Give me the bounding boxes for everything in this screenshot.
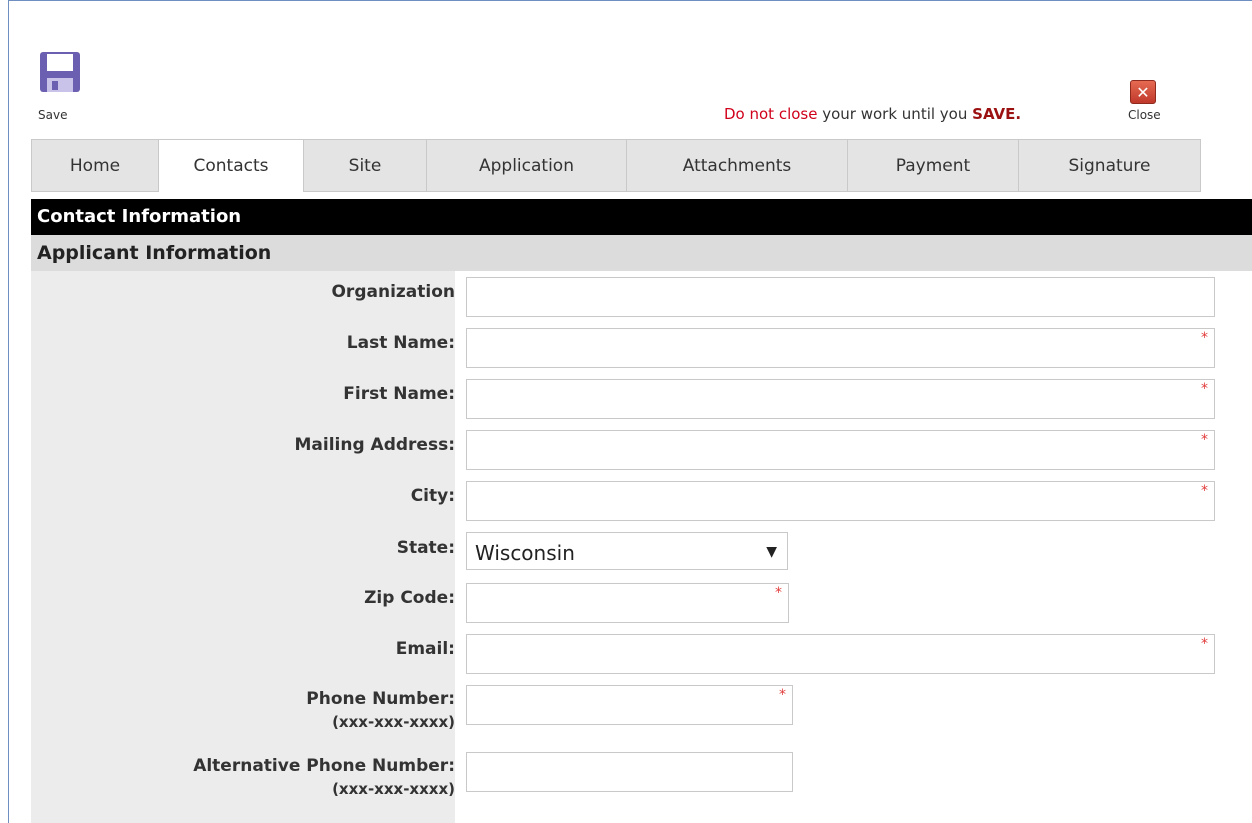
zip-code-input[interactable] (466, 583, 789, 623)
tab-home[interactable]: Home (31, 139, 158, 192)
alt-phone-input[interactable] (466, 752, 793, 792)
close-button[interactable]: ✕ Close (1124, 80, 1178, 128)
tab-attachments[interactable]: Attachments (626, 139, 847, 192)
floppy-disk-icon (40, 52, 80, 92)
required-marker: * (1201, 330, 1208, 346)
mailing-address-input[interactable] (466, 430, 1215, 470)
close-x-icon: ✕ (1130, 80, 1156, 104)
required-marker: * (1201, 381, 1208, 397)
label-column (31, 271, 455, 823)
email-label: Email: (395, 639, 455, 659)
last-name-input[interactable] (466, 328, 1215, 368)
tab-site[interactable]: Site (303, 139, 426, 192)
required-marker: * (775, 585, 782, 601)
first-name-label: First Name: (343, 384, 455, 404)
required-marker: * (1201, 432, 1208, 448)
notice-do-not-close: Do not close (724, 105, 818, 123)
dropdown-arrow-icon: ▼ (766, 544, 777, 560)
city-label: City: (410, 486, 455, 506)
notice-save: SAVE. (972, 105, 1022, 123)
phone-number-label-text: Phone Number: (306, 689, 455, 709)
required-marker: * (1201, 636, 1208, 652)
required-marker: * (779, 687, 786, 703)
phone-number-label: Phone Number: (xxx-xxx-xxxx) (306, 689, 455, 731)
save-warning-notice: Do not close your work until you SAVE. (724, 105, 1021, 123)
notice-middle: your work until you (817, 105, 973, 123)
zip-code-label: Zip Code: (364, 588, 455, 608)
organization-input[interactable] (466, 277, 1215, 317)
tab-payment[interactable]: Payment (847, 139, 1018, 192)
close-label: Close (1128, 108, 1161, 122)
state-label: State: (396, 538, 455, 558)
last-name-label: Last Name: (346, 333, 455, 353)
applicant-information-header: Applicant Information (31, 235, 1252, 271)
contact-information-header: Contact Information (31, 199, 1252, 235)
city-input[interactable] (466, 481, 1215, 521)
phone-number-input[interactable] (466, 685, 793, 725)
state-selected-value: Wisconsin (475, 541, 575, 565)
first-name-input[interactable] (466, 379, 1215, 419)
state-select[interactable]: Wisconsin ▼ (466, 532, 788, 570)
organization-label: Organization (331, 282, 455, 302)
email-input[interactable] (466, 634, 1215, 674)
tab-signature[interactable]: Signature (1018, 139, 1201, 192)
alt-phone-label: Alternative Phone Number: (xxx-xxx-xxxx) (193, 756, 455, 798)
alt-phone-label-text: Alternative Phone Number: (193, 756, 455, 776)
phone-format-hint: (xxx-xxx-xxxx) (332, 713, 455, 731)
save-label: Save (38, 108, 68, 122)
mailing-address-label: Mailing Address: (294, 435, 455, 455)
save-button[interactable]: Save (36, 50, 86, 125)
alt-phone-format-hint: (xxx-xxx-xxxx) (332, 780, 455, 798)
tab-bar: Home Contacts Site Application Attachmen… (31, 139, 1201, 192)
required-marker: * (1201, 483, 1208, 499)
tab-application[interactable]: Application (426, 139, 626, 192)
tab-contacts[interactable]: Contacts (158, 139, 303, 192)
